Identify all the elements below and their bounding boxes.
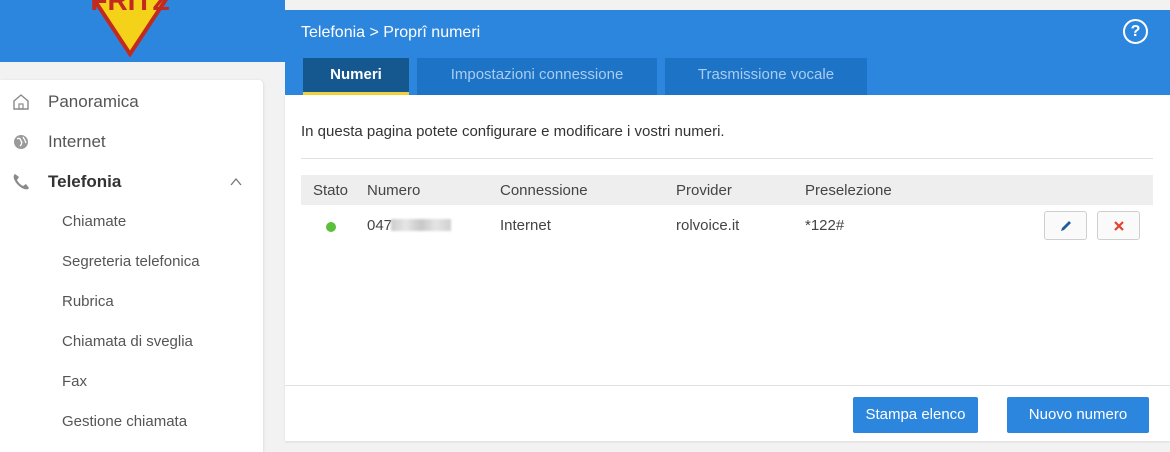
edit-button[interactable] xyxy=(1044,211,1087,240)
print-list-button[interactable]: Stampa elenco xyxy=(853,397,978,433)
sidebar-subitem-gestione-chiamata[interactable]: Gestione chiamata xyxy=(62,402,187,442)
table-header: Stato Numero Connessione Provider Presel… xyxy=(301,175,1153,205)
sidebar-subitem-segreteria[interactable]: Segreteria telefonica xyxy=(62,242,200,282)
cell-provider: rolvoice.it xyxy=(676,217,740,234)
main-content: In questa pagina potete configurare e mo… xyxy=(285,95,1170,441)
pencil-icon xyxy=(1060,220,1071,231)
table-row: 047 Internet rolvoice.it *122# xyxy=(301,207,1153,243)
sidebar: Panoramica Internet Telefonia Chiamate S… xyxy=(0,80,263,452)
close-icon xyxy=(1113,220,1124,231)
sidebar-item-internet[interactable]: Internet xyxy=(0,122,263,162)
column-header-provider: Provider xyxy=(676,182,732,199)
column-header-stato: Stato xyxy=(313,182,349,199)
cell-numero: 047 xyxy=(367,217,393,234)
column-header-connessione: Connessione xyxy=(500,182,588,199)
column-header-numero: Numero xyxy=(367,182,421,199)
footer-divider xyxy=(285,385,1170,386)
tab-trasmissione-vocale[interactable]: Trasmissione vocale xyxy=(665,58,867,95)
fritz-logo: FRITZ xyxy=(90,0,170,58)
breadcrumb[interactable]: Telefonia > Proprî numeri xyxy=(301,24,480,42)
help-icon[interactable]: ? xyxy=(1123,19,1148,44)
intro-text: In questa pagina potete configurare e mo… xyxy=(301,123,725,140)
delete-button[interactable] xyxy=(1097,211,1140,240)
divider xyxy=(301,158,1153,159)
sidebar-item-label: Telefonia xyxy=(48,172,122,191)
sidebar-item-label: Panoramica xyxy=(48,92,139,111)
new-number-button[interactable]: Nuovo numero xyxy=(1007,397,1149,433)
sidebar-item-panoramica[interactable]: Panoramica xyxy=(0,82,263,122)
logo-area: FRITZ xyxy=(0,0,285,62)
page-header: Telefonia > Proprî numeri ? Numeri Impos… xyxy=(285,10,1170,95)
sidebar-subitem-chiamate[interactable]: Chiamate xyxy=(62,202,126,242)
tab-impostazioni-connessione[interactable]: Impostazioni connessione xyxy=(417,58,657,95)
sidebar-subitem-sveglia[interactable]: Chiamata di sveglia xyxy=(62,322,193,362)
sidebar-item-label: Internet xyxy=(48,132,106,151)
status-dot-icon xyxy=(326,222,336,232)
chevron-up-icon[interactable] xyxy=(229,174,243,194)
home-icon xyxy=(11,92,31,112)
sidebar-item-telefonia[interactable]: Telefonia xyxy=(0,162,263,202)
redacted-number xyxy=(391,219,451,231)
phone-icon xyxy=(11,172,31,192)
sidebar-subitem-rubrica[interactable]: Rubrica xyxy=(62,282,114,322)
column-header-preselezione: Preselezione xyxy=(805,182,892,199)
tab-numeri[interactable]: Numeri xyxy=(303,58,409,95)
globe-icon xyxy=(11,132,31,152)
cell-preselezione: *122# xyxy=(805,217,845,234)
tab-bar: Numeri Impostazioni connessione Trasmiss… xyxy=(303,58,875,95)
svg-text:FRITZ: FRITZ xyxy=(90,0,169,16)
cell-connessione: Internet xyxy=(500,217,551,234)
sidebar-subitem-fax[interactable]: Fax xyxy=(62,362,87,402)
